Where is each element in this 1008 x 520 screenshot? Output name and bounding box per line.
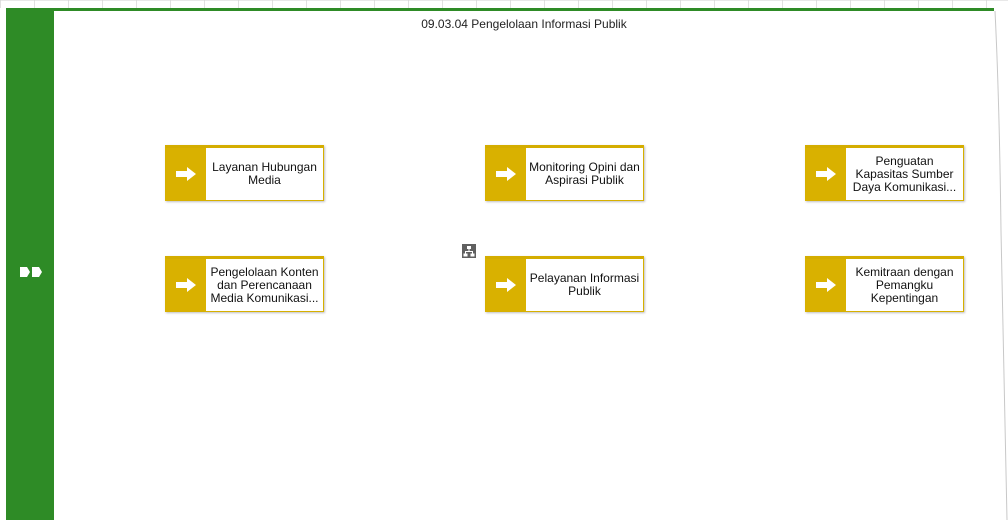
arrow-right-icon (176, 278, 196, 292)
node-badge (806, 259, 846, 311)
node-label: Penguatan Kapasitas Sumber Daya Komunika… (852, 153, 957, 194)
arrow-right-icon (496, 167, 516, 181)
canvas-right-edge (994, 11, 1008, 520)
node-badge (806, 148, 846, 200)
node-monitoring-opini[interactable]: Monitoring Opini dan Aspirasi Publik (485, 145, 644, 201)
node-pelayanan-informasi[interactable]: Pelayanan Informasi Publik (485, 256, 644, 312)
node-badge (166, 148, 206, 200)
left-sidebar[interactable] (6, 8, 54, 520)
arrow-right-icon (816, 278, 836, 292)
node-layanan-hubungan-media[interactable]: Layanan Hubungan Media (165, 145, 324, 201)
node-label: Layanan Hubungan Media (212, 160, 317, 187)
node-badge (486, 259, 526, 311)
node-pengelolaan-konten[interactable]: Pengelolaan Konten dan Perencanaan Media… (165, 256, 324, 312)
node-kemitraan[interactable]: Kemitraan dengan Pemangku Kepentingan (805, 256, 964, 312)
node-label: Monitoring Opini dan Aspirasi Publik (529, 160, 640, 187)
node-label: Pelayanan Informasi Publik (529, 271, 640, 298)
node-label: Kemitraan dengan Pemangku Kepentingan (855, 264, 954, 305)
arrow-right-icon (176, 167, 196, 181)
node-badge (166, 259, 206, 311)
diagram-title: 09.03.04 Pengelolaan Informasi Publik (421, 17, 627, 31)
node-penguatan-kapasitas[interactable]: Penguatan Kapasitas Sumber Daya Komunika… (805, 145, 964, 201)
hierarchy-icon[interactable] (462, 244, 476, 258)
arrow-right-icon (496, 278, 516, 292)
node-badge (486, 148, 526, 200)
ruler-ticks (0, 0, 1008, 8)
double-chevron-icon[interactable] (19, 265, 43, 279)
diagram-canvas[interactable]: 09.03.04 Pengelolaan Informasi Publik La… (54, 11, 994, 520)
node-label: Pengelolaan Konten dan Perencanaan Media… (210, 264, 319, 305)
arrow-right-icon (816, 167, 836, 181)
